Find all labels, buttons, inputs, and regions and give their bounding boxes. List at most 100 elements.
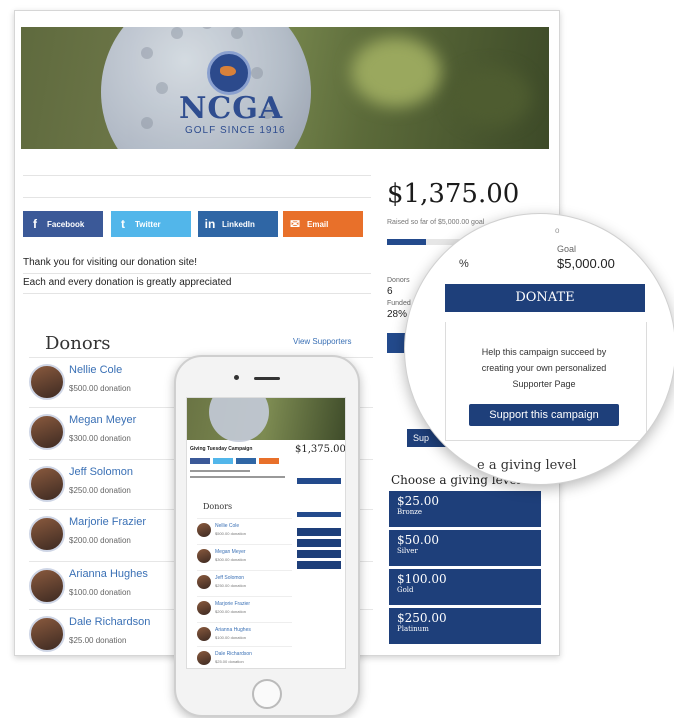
donor-name[interactable]: Dale Richardson (69, 616, 150, 628)
donor-name[interactable]: Marjorie Frazier (69, 516, 146, 528)
level-name: Platinum (397, 625, 429, 633)
phone-share-facebook[interactable] (190, 458, 210, 464)
giving-level-bronze[interactable]: $25.00 Bronze (389, 491, 541, 527)
avatar (29, 616, 65, 652)
linkedin-icon: in (204, 217, 216, 231)
giving-level-heading-fragment: e a giving level (477, 458, 577, 473)
zoom-magnifier: o % Goal $5,000.00 DONATE Help this camp… (404, 213, 674, 485)
logo-text: NCGA (179, 91, 284, 126)
phone-share-linkedin[interactable] (236, 458, 256, 464)
avatar (29, 466, 65, 502)
speaker-icon (254, 377, 280, 380)
progress-fill (387, 239, 426, 245)
welcome-message: Thank you for visiting our donation site… (23, 257, 197, 268)
camera-icon (234, 375, 239, 380)
donors-count: 6 (387, 286, 393, 297)
giving-level-platinum[interactable]: $250.00 Platinum (389, 608, 541, 644)
bokeh (351, 37, 441, 107)
donor-name[interactable]: Megan Meyer (215, 549, 246, 555)
phone-donate-button[interactable] (297, 478, 341, 484)
twitter-icon: t (121, 217, 125, 231)
phone-campaign-title: Giving Tuesday Campaign (190, 446, 253, 452)
phone-donor-row: Jeff Solomon $250.00 donation (197, 570, 292, 595)
phone-share-twitter[interactable] (213, 458, 233, 464)
phone-text-line (190, 476, 285, 478)
bokeh (451, 67, 531, 127)
phone-donor-row: Megan Meyer $300.00 donation (197, 544, 292, 569)
divider (23, 293, 371, 294)
phone-support-button[interactable] (297, 512, 341, 517)
donor-name[interactable]: Dale Richardson (215, 651, 252, 657)
level-name: Bronze (397, 508, 423, 516)
share-label: LinkedIn (222, 219, 255, 229)
donor-name[interactable]: Jeff Solomon (215, 575, 244, 581)
donor-amount: $100.00 donation (215, 635, 246, 640)
donor-name[interactable]: Arianna Hughes (69, 568, 148, 580)
phone-donor-row: Nellie Cole $500.00 donation (197, 518, 292, 543)
donor-amount: $25.00 donation (69, 636, 127, 645)
edge-text: o (555, 226, 560, 235)
donor-amount: $250.00 donation (215, 583, 246, 588)
phone-screen: Giving Tuesday Campaign $1,375.00 Donors… (186, 397, 346, 669)
avatar (197, 601, 211, 615)
appreciation-message: Each and every donation is greatly appre… (23, 277, 232, 288)
donor-amount: $300.00 donation (69, 434, 131, 443)
goal-label: Goal (557, 244, 577, 254)
supporter-help-text: Help this campaign succeed by creating y… (481, 347, 607, 389)
donate-button[interactable]: DONATE (445, 284, 645, 312)
level-value: $25.00 (397, 494, 439, 508)
level-name: Gold (397, 586, 414, 594)
donor-amount: $200.00 donation (215, 609, 246, 614)
donor-name[interactable]: Nellie Cole (69, 364, 122, 376)
donor-name[interactable]: Arianna Hughes (215, 627, 251, 633)
share-email-button[interactable]: ✉ Email (283, 211, 363, 237)
phone-level[interactable] (297, 550, 341, 558)
facebook-icon: f (33, 217, 37, 231)
ncga-logo-icon (207, 51, 251, 95)
phone-level[interactable] (297, 539, 341, 547)
share-twitter-button[interactable]: t Twitter (111, 211, 191, 237)
level-value: $100.00 (397, 572, 447, 586)
raised-note: Raised so far of $5,000.00 goal (387, 219, 485, 226)
email-icon: ✉ (289, 217, 301, 231)
avatar (197, 549, 211, 563)
donor-name[interactable]: Jeff Solomon (69, 466, 133, 478)
goal-value: $5,000.00 (557, 256, 615, 271)
donor-name[interactable]: Marjorie Frazier (215, 601, 250, 607)
giving-level-gold[interactable]: $100.00 Gold (389, 569, 541, 605)
level-value: $50.00 (397, 533, 439, 547)
donor-amount: $250.00 donation (69, 486, 131, 495)
funded-value: 28% (387, 309, 408, 320)
share-facebook-button[interactable]: f Facebook (23, 211, 103, 237)
avatar (29, 364, 65, 400)
phone-mockup: Giving Tuesday Campaign $1,375.00 Donors… (174, 355, 360, 717)
amount-raised: $1,375.00 (387, 179, 520, 209)
phone-level[interactable] (297, 561, 341, 569)
phone-donor-row: Arianna Hughes $100.00 donation (197, 622, 292, 647)
donors-heading: Donors (45, 333, 111, 354)
avatar (197, 523, 211, 537)
funded-percent-fragment: % (459, 258, 469, 270)
avatar (29, 516, 65, 552)
divider (23, 197, 371, 198)
level-value: $250.00 (397, 611, 447, 625)
support-campaign-button[interactable]: Support this campaign (469, 404, 619, 426)
donor-amount: $25.00 donation (215, 659, 244, 664)
phone-level[interactable] (297, 528, 341, 536)
giving-level-silver[interactable]: $50.00 Silver (389, 530, 541, 566)
divider (23, 175, 371, 176)
phone-hero (187, 398, 345, 442)
donor-amount: $300.00 donation (215, 557, 246, 562)
donor-amount: $200.00 donation (69, 536, 131, 545)
donors-label: Donors (387, 277, 410, 284)
share-label: Twitter (135, 219, 161, 229)
view-supporters-link[interactable]: View Supporters (293, 337, 352, 346)
phone-donor-row: Marjorie Frazier $200.00 donation (197, 596, 292, 621)
phone-amount: $1,375.00 (295, 444, 346, 455)
phone-share-email[interactable] (259, 458, 279, 464)
donor-name[interactable]: Megan Meyer (69, 414, 136, 426)
home-button[interactable] (252, 679, 282, 709)
share-label: Facebook (47, 219, 85, 229)
share-linkedin-button[interactable]: in LinkedIn (198, 211, 278, 237)
donor-name[interactable]: Nellie Cole (215, 523, 239, 529)
